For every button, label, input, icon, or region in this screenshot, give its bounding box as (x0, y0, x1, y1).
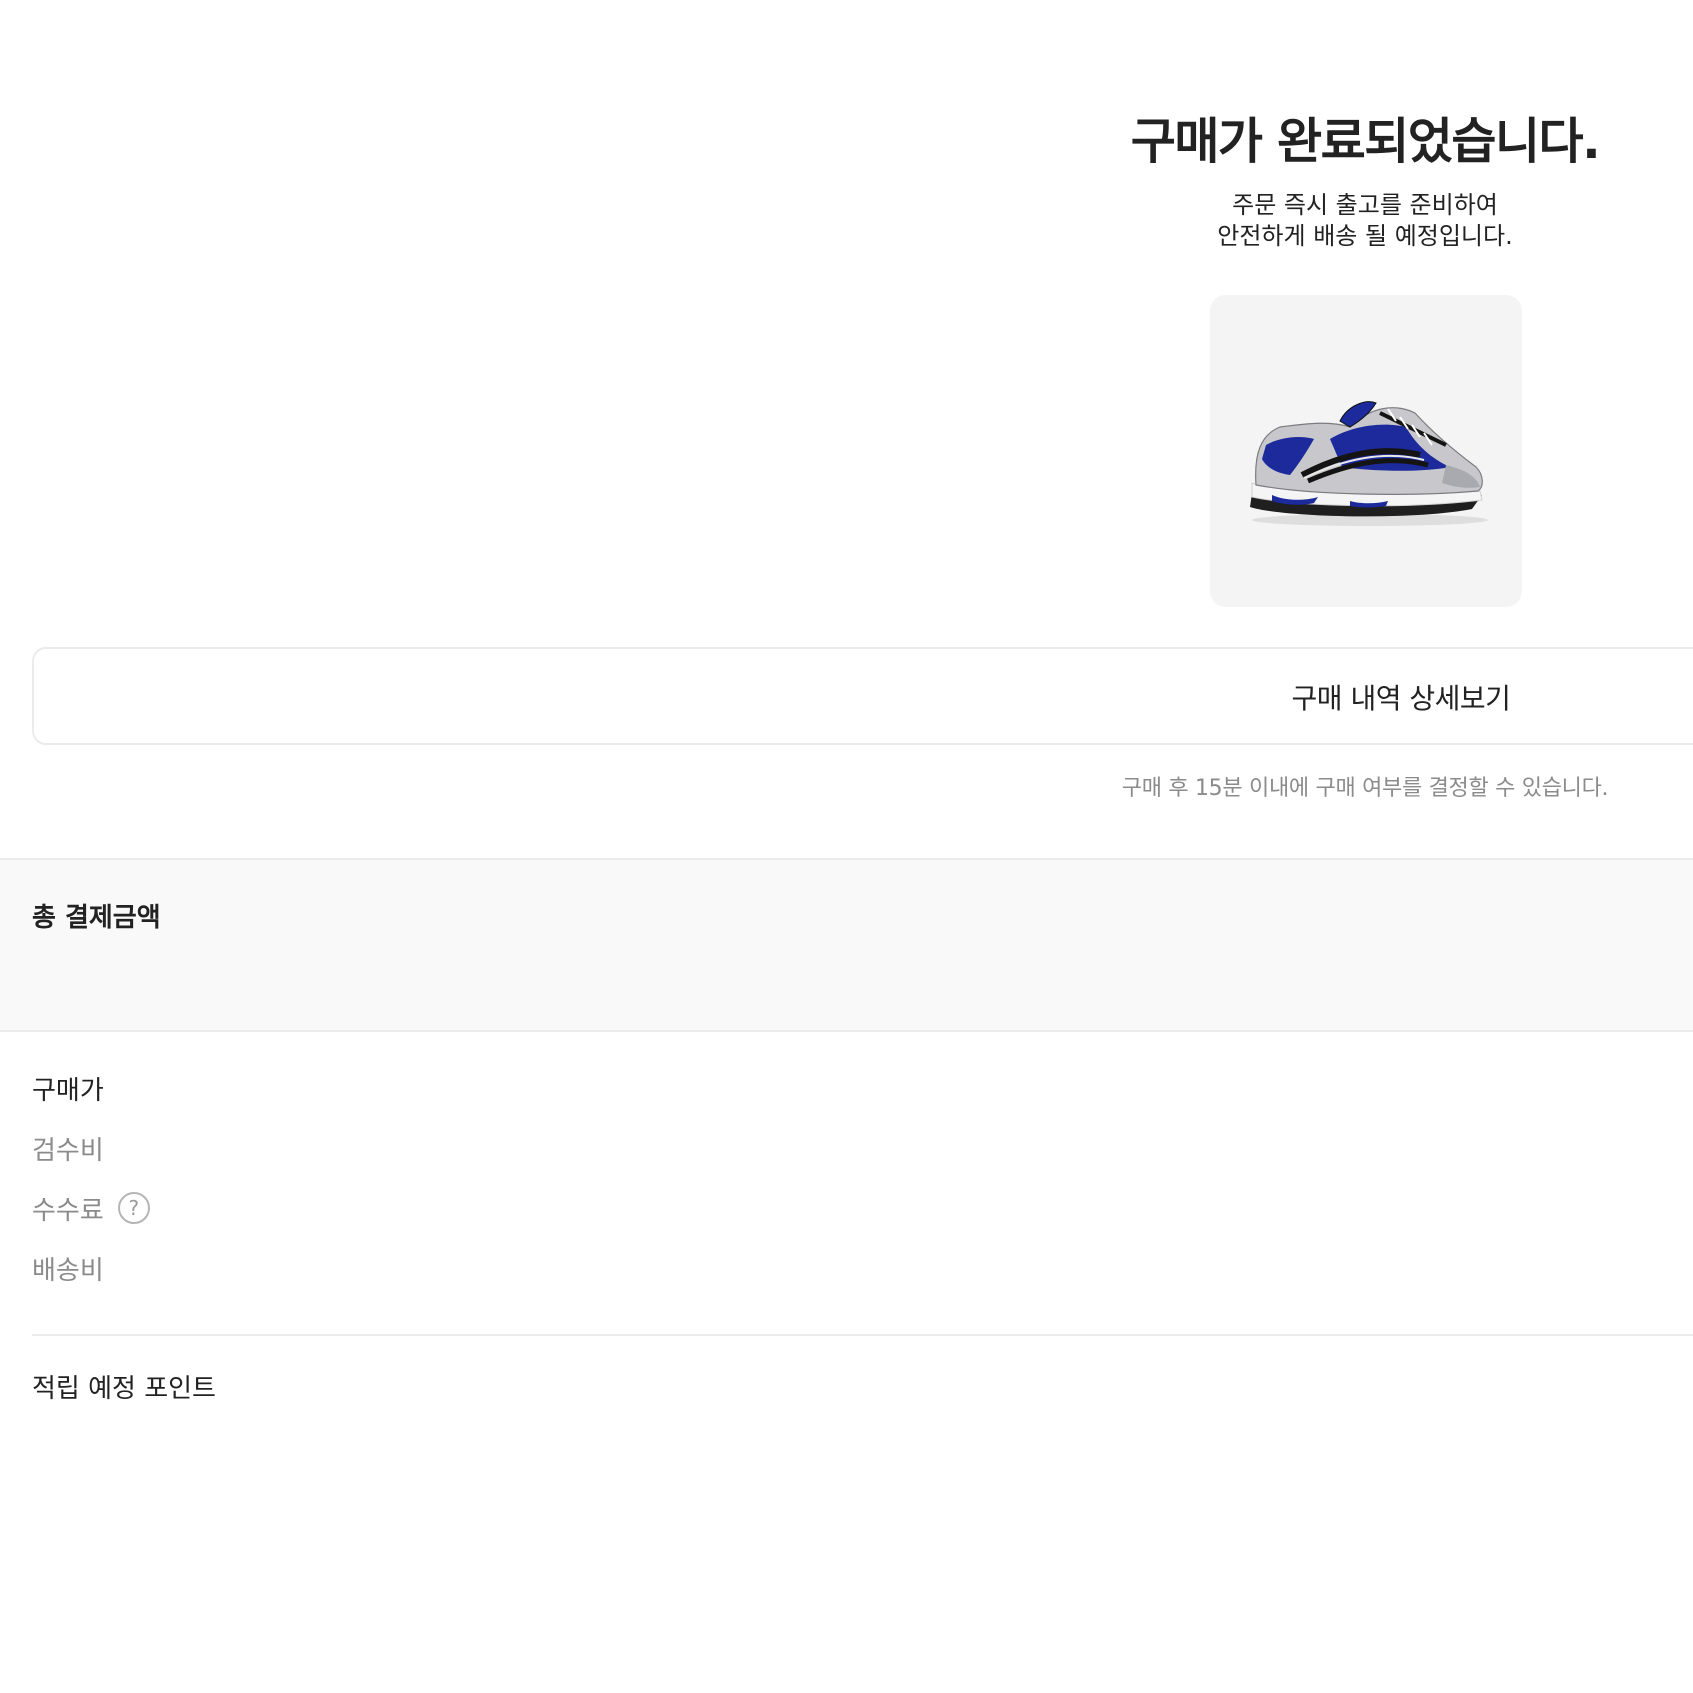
completion-title: 구매가 완료되었습니다. (1130, 113, 1601, 170)
fee-label-purchase-price: 구매가 (32, 1075, 104, 1106)
fee-label-shipping: 배송비 (32, 1255, 104, 1286)
completion-subtitle-line1: 주문 즉시 출고를 준비하여 (1232, 191, 1498, 219)
expected-points-label: 적립 예정 포인트 (32, 1374, 216, 1404)
decision-notice: 구매 후 15분 이내에 구매 여부를 결정할 수 있습니다. (1121, 776, 1609, 801)
sneaker-image (1250, 401, 1488, 526)
total-payment-label: 총 결제금액 (32, 903, 161, 933)
purchase-complete-page: 구매가 완료되었습니다. 주문 즉시 출고를 준비하여 안전하게 배송 될 예정… (0, 0, 1693, 1693)
fee-row-commission: 수수료 ? (32, 1188, 150, 1228)
purchase-detail-button[interactable]: 구매 내역 상세보기 (32, 647, 1693, 745)
fee-row-shipping: 배송비 (32, 1248, 104, 1288)
total-payment-section: 총 결제금액 (0, 858, 1693, 1032)
completion-subtitle-line2: 안전하게 배송 될 예정입니다. (1217, 222, 1513, 250)
section-divider (32, 1334, 1693, 1336)
completion-subtitle: 주문 즉시 출고를 준비하여 안전하게 배송 될 예정입니다. (1110, 190, 1620, 252)
fee-label-inspection: 검수비 (32, 1135, 104, 1166)
product-image-card (1210, 295, 1522, 607)
fee-row-purchase-price: 구매가 (32, 1068, 104, 1108)
fee-row-inspection: 검수비 (32, 1128, 104, 1168)
fee-label-commission: 수수료 (32, 1195, 104, 1226)
question-circle-icon[interactable]: ? (117, 1192, 150, 1224)
purchase-detail-button-label: 구매 내역 상세보기 (1291, 682, 1511, 715)
